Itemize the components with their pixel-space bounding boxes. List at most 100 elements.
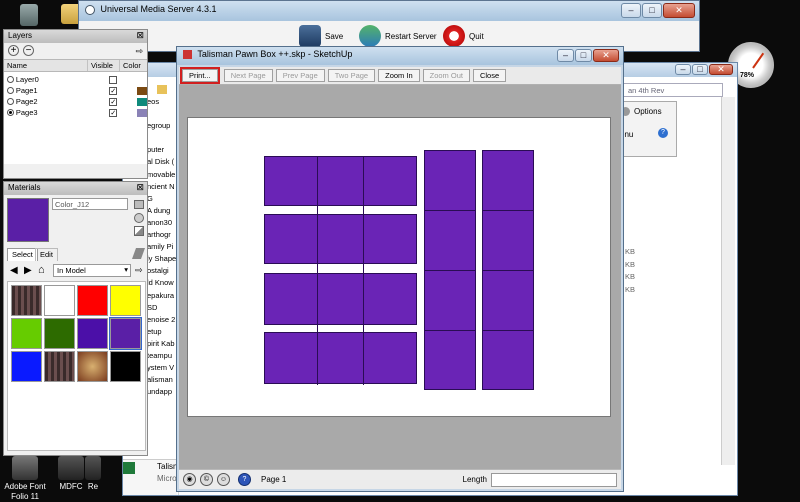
visible-checkbox[interactable]: ✓ — [109, 108, 118, 117]
visible-checkbox[interactable] — [109, 75, 118, 84]
geo-location-icon[interactable]: ◉ — [183, 473, 196, 486]
maximize-icon[interactable]: □ — [575, 49, 592, 62]
material-name-value: Color_J12 — [55, 200, 90, 209]
visible-checkbox[interactable]: ✓ — [109, 86, 118, 95]
delete-layer-icon[interactable]: − — [23, 45, 34, 56]
texture-icon[interactable] — [134, 226, 144, 236]
next-page-button[interactable]: Next Page — [223, 69, 273, 82]
zoom-out-button[interactable]: Zoom Out — [422, 69, 470, 82]
address-bar[interactable]: an 4th Rev — [623, 83, 723, 97]
col-visible[interactable]: Visible — [88, 60, 120, 71]
fold-line — [482, 330, 534, 331]
preview-canvas[interactable] — [179, 85, 621, 469]
close-button[interactable]: Close — [472, 69, 507, 82]
maximize-icon[interactable]: □ — [692, 64, 708, 75]
help-icon[interactable]: ? — [238, 473, 251, 486]
materials-grid — [7, 281, 146, 451]
gauge-needle-icon — [752, 52, 765, 69]
gauge-percent: 78% — [740, 72, 755, 79]
desktop-icon-re[interactable]: Re — [80, 456, 106, 492]
minimize-icon[interactable]: – — [621, 3, 641, 18]
layer-row[interactable]: Page3 ✓ — [4, 107, 147, 118]
layers-toolbar: + − ⇨ — [4, 43, 147, 59]
desktop-icon-label: Re — [87, 482, 99, 491]
details-arrow-icon[interactable]: ⇨ — [135, 46, 143, 57]
active-layer-radio[interactable] — [7, 109, 14, 116]
materials-panel: Materials ⊠ Color_J12 Select Edit ◀ ▶ ⌂ … — [3, 181, 148, 456]
prev-page-button[interactable]: Prev Page — [275, 69, 325, 82]
material-swatch[interactable] — [44, 285, 75, 316]
sample-paint-icon[interactable] — [131, 248, 146, 259]
desktop-icon-label: Adobe Font Folio 11 — [4, 482, 46, 501]
material-swatch[interactable] — [77, 318, 108, 349]
back-arrow-icon[interactable]: ◀ — [10, 265, 18, 276]
minimize-icon[interactable]: – — [557, 49, 574, 62]
home-icon[interactable]: ⌂ — [38, 264, 45, 276]
current-material-preview[interactable] — [7, 198, 49, 242]
material-swatch[interactable] — [77, 351, 108, 382]
material-swatch[interactable] — [109, 317, 142, 350]
zoom-in-button[interactable]: Zoom In — [378, 69, 420, 82]
material-swatch[interactable] — [110, 285, 141, 316]
credits-icon[interactable]: © — [200, 473, 213, 486]
layer-row[interactable]: Page1 ✓ — [4, 85, 147, 96]
layer-color-swatch[interactable] — [137, 76, 147, 84]
add-layer-icon[interactable]: + — [8, 45, 19, 56]
restart-arrows-icon — [359, 25, 381, 47]
material-swatch[interactable] — [11, 351, 42, 382]
forward-arrow-icon[interactable]: ▶ — [24, 265, 32, 276]
tab-edit[interactable]: Edit — [35, 248, 58, 261]
material-swatch[interactable] — [77, 285, 108, 316]
materials-panel-title: Materials ⊠ — [4, 182, 147, 195]
maximize-icon[interactable]: □ — [642, 3, 662, 18]
col-color[interactable]: Color — [120, 60, 147, 71]
explorer-window-buttons: – □ ✕ — [675, 64, 733, 75]
active-layer-radio[interactable] — [7, 98, 14, 105]
tab-select[interactable]: Select — [7, 248, 38, 261]
close-icon[interactable]: ⊠ — [136, 30, 144, 41]
active-layer-radio[interactable] — [7, 76, 14, 83]
layer-row[interactable]: Layer0 — [4, 74, 147, 85]
material-name-field[interactable]: Color_J12 — [52, 198, 128, 210]
layer-color-swatch[interactable] — [137, 108, 147, 117]
ums-window-buttons: – □ ✕ — [621, 3, 695, 18]
library-select[interactable]: In Model ▾ — [53, 264, 131, 277]
close-icon[interactable]: ⊠ — [136, 182, 144, 193]
help-icon[interactable]: ? — [658, 128, 668, 138]
layer-color-swatch[interactable] — [137, 97, 147, 106]
length-input[interactable] — [491, 472, 617, 487]
address-text: an 4th Rev — [628, 86, 665, 95]
minimize-icon[interactable]: – — [675, 64, 691, 75]
layer-row[interactable]: Page2 ✓ — [4, 96, 147, 107]
file-size-label: KB — [625, 284, 636, 294]
material-swatch[interactable] — [110, 351, 141, 382]
power-icon — [443, 25, 465, 47]
print-button[interactable]: Print... — [180, 67, 220, 84]
material-swatch[interactable] — [11, 318, 42, 349]
desktop-icon-adobe-font-folio[interactable]: Adobe Font Folio 11 — [2, 456, 48, 502]
details-arrow-icon[interactable]: ⇨ — [135, 265, 143, 276]
tab-select-label: Select — [12, 250, 33, 259]
active-layer-radio[interactable] — [7, 87, 14, 94]
material-swatch[interactable] — [11, 285, 42, 316]
visible-checkbox[interactable]: ✓ — [109, 97, 118, 106]
user-icon[interactable]: ☺ — [217, 473, 230, 486]
taskbar-item-sub: Micro — [157, 474, 177, 483]
material-swatch[interactable] — [44, 318, 75, 349]
col-name[interactable]: Name — [4, 60, 88, 71]
quit-button[interactable]: Quit — [443, 25, 484, 47]
restart-server-button[interactable]: Restart Server — [359, 25, 437, 47]
options-button[interactable]: Options — [634, 107, 662, 116]
explorer-scrollbar[interactable] — [721, 97, 735, 465]
create-material-icon[interactable] — [134, 213, 144, 223]
close-icon[interactable]: ✕ — [709, 64, 733, 75]
two-page-button[interactable]: Two Page — [327, 69, 376, 82]
taskbar-preview-item[interactable]: Talism Micro — [123, 459, 180, 495]
display-secondary-icon[interactable] — [134, 200, 144, 209]
layer-color-swatch[interactable] — [137, 86, 147, 95]
save-button[interactable]: Save — [299, 25, 343, 47]
material-swatch[interactable] — [44, 351, 75, 382]
recycle-bin-icon[interactable] — [6, 4, 52, 28]
close-icon[interactable]: ✕ — [593, 49, 619, 62]
close-icon[interactable]: ✕ — [663, 3, 695, 18]
